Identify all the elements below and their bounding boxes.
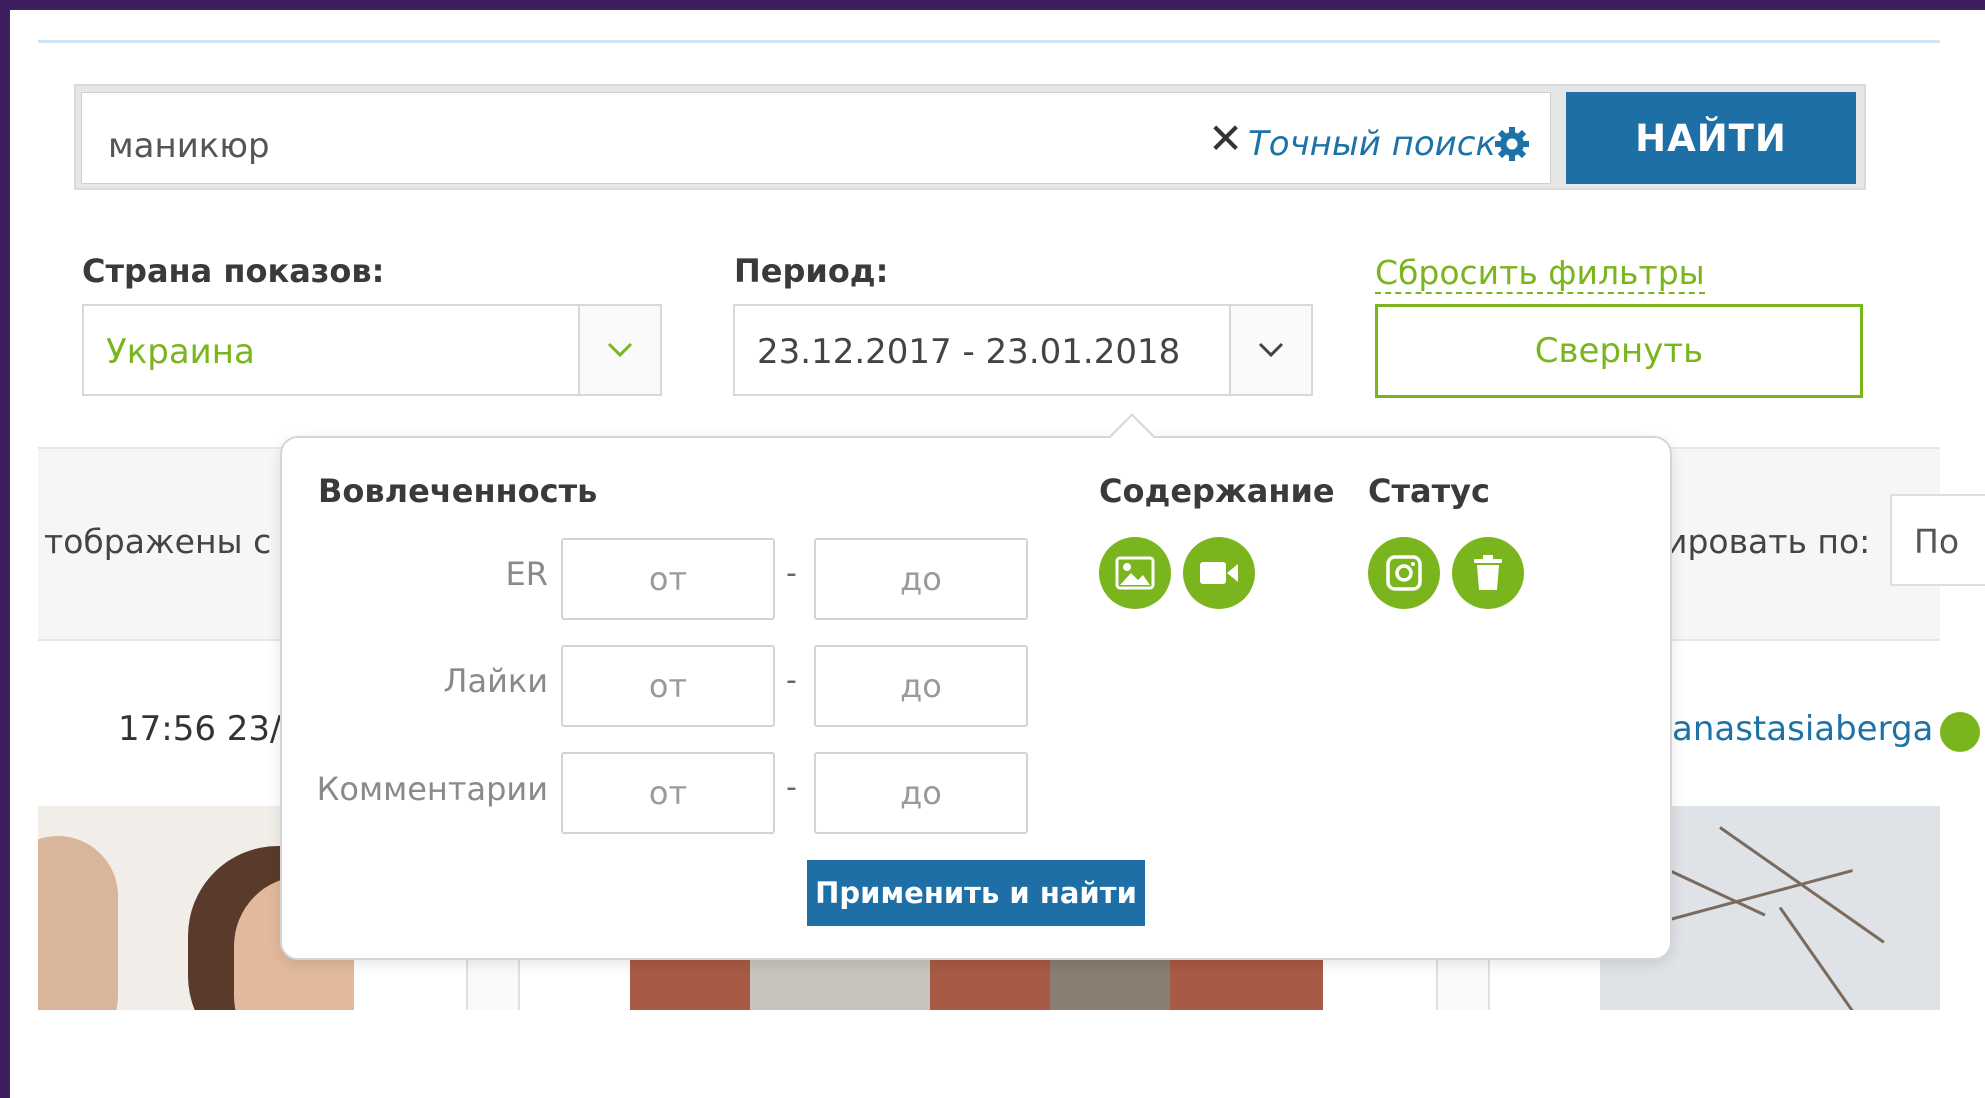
post-username-link[interactable]: anastasiaberga (1672, 709, 1933, 749)
trash-icon[interactable] (1452, 537, 1524, 609)
period-label: Период: (734, 252, 889, 290)
status-title: Статус (1368, 472, 1490, 510)
reset-filters-link[interactable]: Сбросить фильтры (1375, 254, 1705, 294)
sort-label: ировать по: (1666, 522, 1871, 561)
comments-label: Комментарии (316, 770, 548, 808)
sort-select[interactable]: По (1890, 494, 1985, 586)
post-image[interactable] (630, 960, 1323, 1010)
period-select[interactable]: 23.12.2017 - 23.01.2018 (733, 304, 1313, 396)
chevron-down-icon[interactable] (578, 306, 660, 394)
apply-and-find-button[interactable]: Применить и найти (807, 860, 1145, 926)
image-icon[interactable] (1099, 537, 1171, 609)
instagram-icon[interactable] (1368, 537, 1440, 609)
sort-select-value: По (1914, 522, 1960, 561)
clear-icon[interactable]: ✕ (1208, 118, 1243, 160)
verified-badge (1940, 712, 1980, 752)
country-select-value: Украина (106, 332, 255, 372)
image-shape (38, 836, 118, 1010)
comments-to-input[interactable]: до (814, 752, 1028, 834)
engagement-title: Вовлеченность (318, 472, 598, 510)
period-select-value: 23.12.2017 - 23.01.2018 (757, 332, 1181, 372)
results-count-text: тображены с (44, 522, 272, 561)
top-border (38, 40, 1940, 43)
image-shape (1050, 960, 1170, 1010)
range-dash: - (786, 663, 797, 698)
gear-icon[interactable] (1492, 124, 1532, 168)
find-button[interactable]: НАЙТИ (1566, 92, 1856, 184)
range-dash: - (786, 770, 797, 805)
search-input-value: маникюр (108, 126, 270, 166)
image-shape (750, 960, 930, 1010)
post-image[interactable] (466, 960, 520, 1010)
country-select[interactable]: Украина (82, 304, 662, 396)
likes-to-input[interactable]: до (814, 645, 1028, 727)
er-label: ER (505, 555, 548, 593)
collapse-button[interactable]: Свернуть (1375, 304, 1863, 398)
er-from-input[interactable]: от (561, 538, 775, 620)
likes-label: Лайки (443, 662, 548, 700)
range-dash: - (786, 556, 797, 591)
video-icon[interactable] (1183, 537, 1255, 609)
country-label: Страна показов: (82, 252, 385, 290)
post-time: 17:56 23/ (118, 709, 282, 749)
comments-from-input[interactable]: от (561, 752, 775, 834)
likes-from-input[interactable]: от (561, 645, 775, 727)
chevron-down-icon[interactable] (1229, 306, 1311, 394)
content-title: Содержание (1099, 472, 1335, 510)
post-image[interactable] (1436, 960, 1490, 1010)
er-to-input[interactable]: до (814, 538, 1028, 620)
exact-search-link[interactable]: Точный поиск (1248, 124, 1496, 164)
